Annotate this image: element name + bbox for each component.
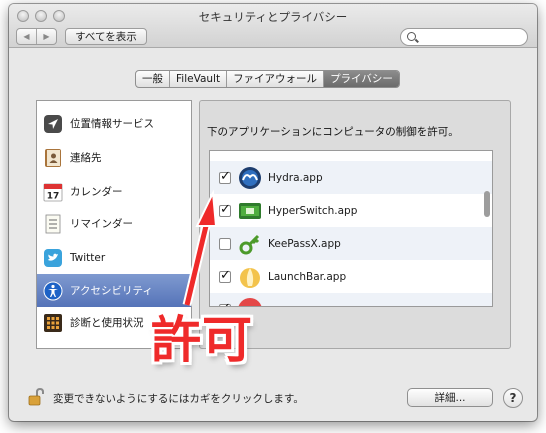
show-all-button[interactable]: すべてを表示 xyxy=(65,28,147,45)
preferences-window: セキュリティとプライバシー ◀ ▶ すべてを表示 一般 FileVault ファ… xyxy=(9,4,537,421)
sidebar-item-label: Twitter xyxy=(70,251,106,264)
sidebar-item-reminders[interactable]: リマインダー xyxy=(37,207,191,240)
reminders-list-icon xyxy=(43,214,63,234)
list-item[interactable]: LaunchBar.app xyxy=(210,260,492,293)
app-checkbox[interactable] xyxy=(219,237,231,250)
tab-bar: 一般 FileVault ファイアウォール プライバシー xyxy=(135,70,400,88)
app-checkbox[interactable] xyxy=(219,268,231,283)
tab-filevault[interactable]: FileVault xyxy=(169,71,226,87)
tab-firewall[interactable]: ファイアウォール xyxy=(226,71,323,87)
location-arrow-icon xyxy=(43,114,63,134)
launchbar-icon xyxy=(238,265,262,289)
app-name: KeePassX.app xyxy=(268,237,341,250)
unlocked-padlock-icon[interactable] xyxy=(28,387,44,406)
search-icon xyxy=(407,32,416,41)
calendar-icon: 17 xyxy=(43,182,63,202)
app-name: Hydra.app xyxy=(268,171,323,184)
back-button[interactable]: ◀ xyxy=(17,29,36,44)
sidebar-item-label: カレンダー xyxy=(70,186,123,198)
sidebar-item-calendar[interactable]: 17 カレンダー xyxy=(37,175,191,208)
sidebar-item-label: アクセシビリティ xyxy=(70,285,153,297)
app-checkbox[interactable] xyxy=(219,169,231,184)
sidebar-item-location-services[interactable]: 位置情報サービス xyxy=(37,107,191,140)
sidebar-item-label: 位置情報サービス xyxy=(70,118,154,130)
twitter-bird-icon xyxy=(43,248,63,268)
list-item[interactable]: HyperSwitch.app xyxy=(210,194,492,227)
svg-text:17: 17 xyxy=(47,191,60,201)
annotation-label: 許可 xyxy=(151,311,253,369)
sidebar-item-label: 連絡先 xyxy=(70,152,102,164)
tab-privacy[interactable]: プライバシー xyxy=(323,71,399,87)
contacts-book-icon xyxy=(43,148,63,168)
lock-hint-text: 変更できないようにするにはカギをクリックします。 xyxy=(53,393,304,405)
forward-button[interactable]: ▶ xyxy=(36,29,56,44)
hydra-app-icon xyxy=(238,166,262,190)
advanced-button[interactable]: 詳細... xyxy=(407,388,493,407)
list-item[interactable]: KeePassX.app xyxy=(210,227,492,260)
sidebar-item-twitter[interactable]: Twitter xyxy=(37,241,191,274)
sidebar-item-label: リマインダー xyxy=(70,218,133,230)
title-bar: セキュリティとプライバシー ◀ ▶ すべてを表示 xyxy=(9,4,537,48)
accessibility-icon xyxy=(43,281,63,301)
window-title: セキュリティとプライバシー xyxy=(198,10,348,24)
app-name: HyperSwitch.app xyxy=(268,204,358,217)
back-forward-control: ◀ ▶ xyxy=(16,28,57,45)
hyperswitch-app-icon xyxy=(238,199,262,223)
panel-header: 下のアプリケーションにコンピュータの制御を許可。 xyxy=(207,126,459,138)
bottom-bar: 変更できないようにするにはカギをクリックします。 詳細... ? xyxy=(9,372,537,421)
app-checkbox[interactable] xyxy=(219,202,231,217)
app-name: LaunchBar.app xyxy=(268,270,347,283)
sidebar-item-label: 診断と使用状況 xyxy=(70,317,144,329)
list-item[interactable]: Hydra.app xyxy=(210,161,492,194)
tab-general[interactable]: 一般 xyxy=(136,71,169,87)
app-list[interactable]: Hydra.app HyperSwitch.app KeePassX.app xyxy=(209,150,493,307)
keepassx-key-icon xyxy=(238,232,262,256)
search-field[interactable] xyxy=(400,28,528,46)
sidebar-item-contacts[interactable]: 連絡先 xyxy=(37,141,191,174)
scrollbar-thumb[interactable] xyxy=(484,191,490,217)
diagnostics-icon xyxy=(43,313,63,333)
help-button[interactable]: ? xyxy=(503,388,523,408)
